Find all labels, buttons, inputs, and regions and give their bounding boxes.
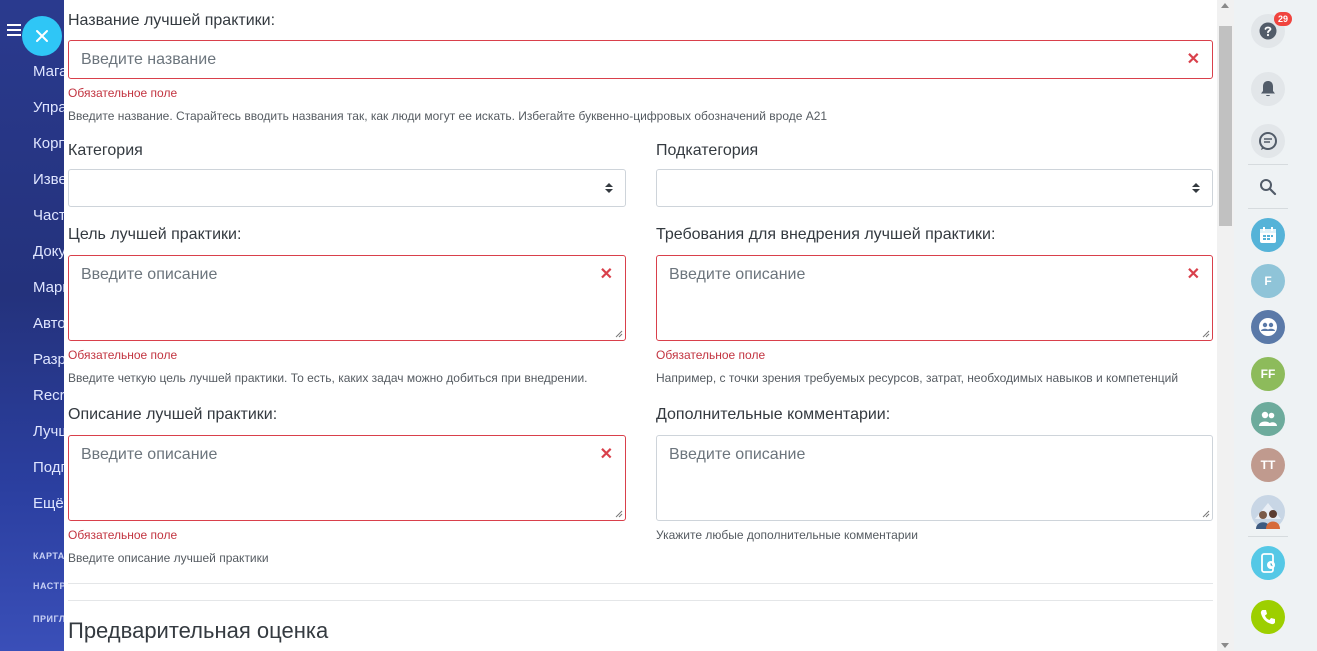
sidebar-divider xyxy=(1248,164,1288,165)
sidebar-item-more[interactable]: Ещё xyxy=(33,495,64,512)
goal-label: Цель лучшей практики: xyxy=(68,226,242,243)
help-icon xyxy=(1259,22,1277,40)
sidebar-item[interactable]: Мага xyxy=(33,63,64,80)
name-input[interactable]: Введите название ✕ xyxy=(68,40,1213,79)
goal-textarea[interactable]: Введите описание ✕ xyxy=(68,255,626,341)
comments-label: Дополнительные комментарии: xyxy=(656,406,891,423)
calendar-button[interactable] xyxy=(1251,218,1285,252)
name-hint: Введите название. Старайтесь вводить наз… xyxy=(68,109,828,123)
category-select[interactable] xyxy=(68,169,626,207)
mobile-icon xyxy=(1261,553,1275,573)
sidebar-section[interactable]: НАСТР xyxy=(33,581,64,591)
group-chat-icon xyxy=(1259,318,1277,336)
group-chat-button[interactable] xyxy=(1251,310,1285,344)
description-placeholder: Введите описание xyxy=(81,446,218,463)
calendar-icon xyxy=(1260,227,1276,243)
section-title: Предварительная оценка xyxy=(68,618,329,643)
requirements-error: Обязательное поле xyxy=(656,348,766,362)
scrollbar[interactable] xyxy=(1217,0,1234,651)
select-arrows-icon xyxy=(1192,183,1200,193)
people-photo-icon xyxy=(1255,503,1281,529)
subcategory-select[interactable] xyxy=(656,169,1213,207)
group-button[interactable] xyxy=(1251,402,1285,436)
sidebar-item[interactable]: Доку xyxy=(33,243,64,260)
error-x-icon: ✕ xyxy=(1186,51,1200,68)
close-icon xyxy=(36,30,48,42)
avatar[interactable]: F xyxy=(1251,264,1285,298)
requirements-placeholder: Введите описание xyxy=(669,266,806,283)
avatar-initials: TT xyxy=(1260,458,1276,472)
notifications-button[interactable] xyxy=(1251,72,1285,106)
resize-grip-icon[interactable] xyxy=(1201,509,1210,518)
call-button[interactable] xyxy=(1251,600,1285,634)
avatar-initials: F xyxy=(1264,274,1272,288)
requirements-textarea[interactable]: Введите описание ✕ xyxy=(656,255,1213,341)
chat-button[interactable] xyxy=(1251,124,1285,158)
divider xyxy=(68,583,1213,584)
scroll-thumb[interactable] xyxy=(1219,26,1232,226)
left-sidebar: Мага Упра Корп Изве Част Доку Марк Авто … xyxy=(0,0,64,651)
name-placeholder: Введите название xyxy=(81,51,217,68)
name-error: Обязательное поле xyxy=(68,86,178,100)
description-label: Описание лучшей практики: xyxy=(68,406,278,423)
error-x-icon: ✕ xyxy=(599,446,613,463)
mobile-app-button[interactable] xyxy=(1251,546,1285,580)
sidebar-divider xyxy=(1248,208,1288,209)
sidebar-item[interactable]: Корп xyxy=(33,135,64,152)
search-button[interactable] xyxy=(1251,170,1285,204)
comments-textarea[interactable]: Введите описание xyxy=(656,435,1213,521)
phone-icon xyxy=(1260,610,1275,625)
comments-placeholder: Введите описание xyxy=(669,446,806,463)
avatar[interactable]: TT xyxy=(1251,448,1285,482)
search-icon xyxy=(1260,179,1277,196)
goal-hint: Введите четкую цель лучшей практики. То … xyxy=(68,371,588,385)
name-label: Название лучшей практики: xyxy=(68,12,276,29)
sidebar-section[interactable]: ПРИГЛ xyxy=(33,614,64,624)
avatar-initials: FF xyxy=(1260,367,1276,381)
help-badge: 29 xyxy=(1274,12,1292,26)
sidebar-item[interactable]: Подп xyxy=(33,459,64,476)
requirements-hint: Например, с точки зрения требуемых ресур… xyxy=(656,371,1179,385)
sidebar-item[interactable]: Разр xyxy=(33,351,64,368)
description-textarea[interactable]: Введите описание ✕ xyxy=(68,435,626,521)
description-hint: Введите описание лучшей практики xyxy=(68,551,269,565)
comments-hint: Укажите любые дополнительные комментарии xyxy=(656,528,918,542)
resize-grip-icon[interactable] xyxy=(614,509,623,518)
divider xyxy=(68,600,1213,601)
goal-error: Обязательное поле xyxy=(68,348,178,362)
goal-placeholder: Введите описание xyxy=(81,266,218,283)
sidebar-item[interactable]: Марк xyxy=(33,279,64,296)
close-slider-button[interactable] xyxy=(22,16,62,56)
chat-icon xyxy=(1259,132,1277,150)
users-icon xyxy=(1259,411,1277,426)
sidebar-section[interactable]: КАРТА xyxy=(33,551,64,561)
best-practice-form: Название лучшей практики: Введите назван… xyxy=(64,0,1234,651)
bell-icon xyxy=(1261,81,1275,97)
photo-avatar[interactable] xyxy=(1251,495,1285,529)
sidebar-item[interactable]: Част xyxy=(33,207,64,224)
sidebar-item[interactable]: Изве xyxy=(33,171,64,188)
error-x-icon: ✕ xyxy=(599,266,613,283)
sidebar-item[interactable]: Упра xyxy=(33,99,64,116)
avatar[interactable]: FF xyxy=(1251,357,1285,391)
description-error: Обязательное поле xyxy=(68,528,178,542)
scroll-down-arrow-icon[interactable] xyxy=(1221,643,1229,648)
sidebar-divider xyxy=(1248,536,1288,537)
resize-grip-icon[interactable] xyxy=(614,329,623,338)
requirements-label: Требования для внедрения лучшей практики… xyxy=(656,226,996,243)
select-arrows-icon xyxy=(605,183,613,193)
subcategory-label: Подкатегория xyxy=(656,142,759,159)
resize-grip-icon[interactable] xyxy=(1201,329,1210,338)
category-label: Категория xyxy=(68,142,143,159)
scroll-up-arrow-icon[interactable] xyxy=(1221,3,1229,8)
sidebar-item[interactable]: Лучш xyxy=(33,423,64,440)
sidebar-item[interactable]: Авто xyxy=(33,315,64,332)
right-sidebar: F FF TT xyxy=(1234,0,1317,651)
error-x-icon: ✕ xyxy=(1186,266,1200,283)
sidebar-item[interactable]: Recru xyxy=(33,387,64,404)
menu-icon[interactable] xyxy=(7,24,21,36)
